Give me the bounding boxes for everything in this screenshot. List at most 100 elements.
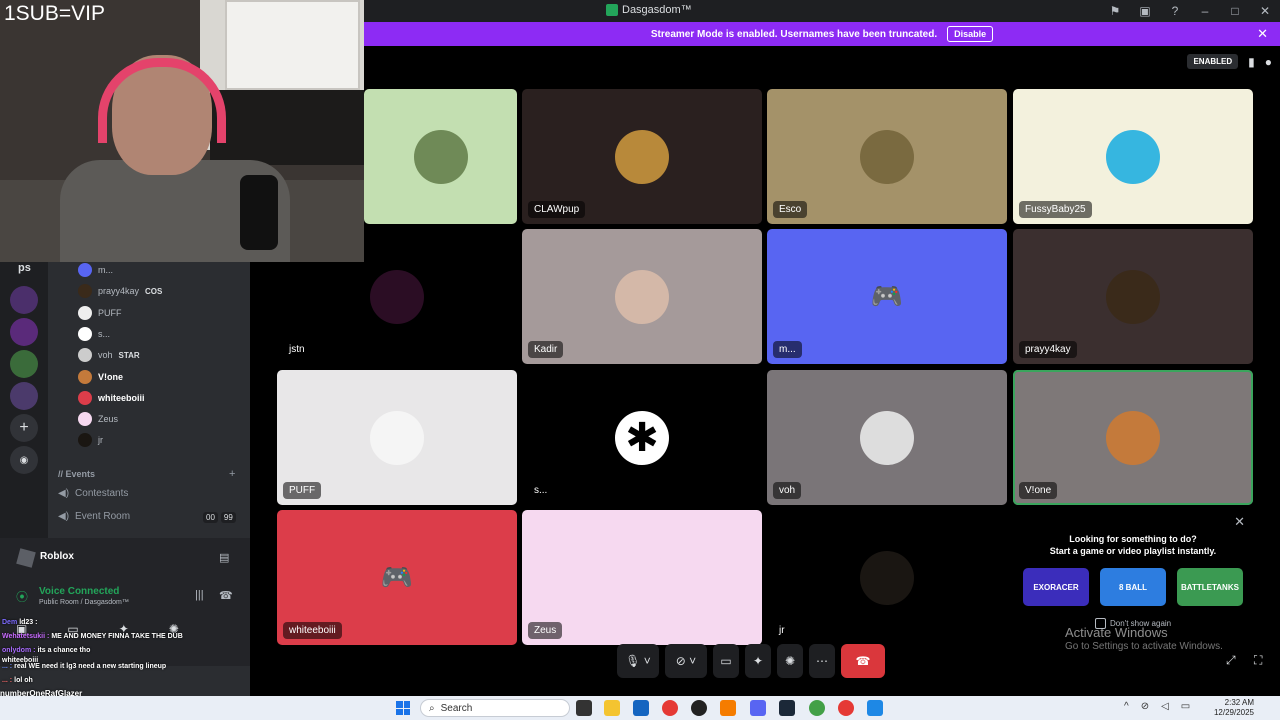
close-icon[interactable]: ✕ [1234,514,1245,530]
close-window-button[interactable]: ✕ [1250,4,1280,18]
voice-user[interactable]: PUFF [78,303,122,323]
server-icon[interactable] [10,318,38,346]
enabled-badge[interactable]: ENABLED [1187,54,1239,69]
participant-tile[interactable]: PUFF [277,370,517,505]
hangup-icon: ☎ [855,654,871,668]
channel-contestants[interactable]: ◀) Contestants [58,488,128,499]
voice-user[interactable]: whiteeboiii [78,388,145,408]
participant-tile[interactable]: voh [767,370,1007,505]
mute-button[interactable]: 🎙 ˅ [617,644,659,678]
volume-icon[interactable]: ◁ [1161,701,1169,712]
camera-off-icon: ⊘ ˅ [675,654,697,668]
disable-button[interactable]: Disable [947,26,994,42]
participant-name: whiteeboiii [283,622,342,639]
participant-tile[interactable]: ✱ s... [522,370,762,505]
search-placeholder: Search [440,702,473,714]
voice-user-name: s... [98,328,111,339]
activity-title: Looking for something to do? [1069,534,1197,544]
close-icon[interactable]: ✕ [1257,26,1268,42]
chat-icon[interactable]: ● [1265,55,1272,69]
windows-start-icon[interactable] [396,701,410,715]
participant-tile[interactable]: Kadir [522,229,762,364]
participant-tile[interactable]: FussyBaby25 [1013,89,1253,224]
voice-user[interactable]: V!one [78,367,123,387]
avatar [78,284,92,299]
channel-name: Contestants [75,488,129,499]
inbox-icon[interactable]: ⚑ [1100,4,1130,18]
chrome-icon[interactable] [838,700,854,716]
minimize-button[interactable]: – [1190,4,1220,18]
task-view-icon[interactable] [576,700,592,716]
network-icon[interactable]: ⊘ [1141,701,1149,712]
voice-user[interactable]: Zeus [78,409,118,429]
popout-icon[interactable]: ⤢ [1226,653,1236,668]
voice-location[interactable]: Public Room / Dasgasdom™ [39,599,129,606]
activities-button[interactable]: ✦ [745,644,771,678]
webcam-text: 1SUB=VIP [4,2,105,25]
date: 12/29/2025 [1213,708,1254,717]
file-explorer-icon[interactable] [604,700,620,716]
participant-tile[interactable]: 🎮 whiteeboiii [277,510,517,645]
avatar [78,326,92,341]
server-icon[interactable] [10,382,38,410]
app-icon[interactable] [691,700,707,716]
voice-status[interactable]: Voice Connected [39,586,119,597]
voice-user[interactable]: prayy4kay COS [78,281,162,301]
chrome-icon[interactable] [662,700,678,716]
participant-tile[interactable]: Esco [767,89,1007,224]
signal-icon[interactable]: ⦿ [16,588,28,605]
camera-button[interactable]: ⊘ ˅ [665,644,707,678]
app-icon[interactable] [867,700,883,716]
chevron-up-icon[interactable]: ^ [1124,701,1129,712]
help-icon[interactable]: ? [1160,4,1190,18]
screen-icon[interactable]: ▣ [1130,4,1160,18]
system-tray: ^ ⊘ ◁ ▭ [1124,701,1190,712]
voice-user[interactable]: m... [78,260,113,280]
maximize-button[interactable]: □ [1220,4,1250,18]
voice-user[interactable]: voh STAR [78,345,140,365]
game-8ball[interactable]: 8 BALL [1100,568,1166,606]
voice-user[interactable]: jr [78,430,103,450]
game-controller-icon[interactable]: ▤ [219,551,229,564]
server-icon[interactable] [10,286,38,314]
noise-suppression-icon[interactable]: ||| [195,589,204,601]
participant-name: CLAWpup [528,201,586,218]
game-battletanks[interactable]: BATTLETANKS [1177,568,1243,606]
participant-tile[interactable] [364,89,517,224]
store-icon[interactable] [633,700,649,716]
app-icon[interactable] [809,700,825,716]
channel-event-room[interactable]: ◀) Event Room [58,511,130,522]
avatar [78,433,92,448]
game-exoracer[interactable]: EXORACER [1023,568,1089,606]
server-icon[interactable] [10,350,38,378]
app-icon[interactable] [720,700,736,716]
steam-icon[interactable] [779,700,795,716]
explore-icon[interactable]: ◉ [10,446,38,474]
more-button[interactable]: ⋯ [809,644,835,678]
speaker-icon: ◀) [58,511,70,522]
clock[interactable]: 2:32 AM 12/29/2025 [1214,698,1254,718]
participant-tile[interactable]: Zeus [522,510,762,645]
category-events[interactable]: // Events [58,469,95,479]
soundboard-button[interactable]: ✺ [777,644,803,678]
share-screen-button[interactable]: ▭ [713,644,739,678]
participant-tile[interactable]: 🎮 m... [767,229,1007,364]
participant-tile[interactable]: prayy4kay [1013,229,1253,364]
add-server-icon[interactable]: + [10,414,38,442]
participant-tile[interactable]: CLAWpup [522,89,762,224]
battery-icon[interactable]: ▭ [1181,701,1190,712]
fullscreen-icon[interactable]: ⛶ [1254,653,1262,668]
participant-name: jr [779,625,785,636]
add-channel-icon[interactable]: + [229,468,235,480]
chat-message: Wehatetsukii : ME AND MONEY FINNA TAKE TH… [2,633,183,640]
avatar [78,390,92,405]
bookmark-icon[interactable]: ▮ [1248,55,1255,69]
participant-tile[interactable]: V!one [1013,370,1253,505]
voice-user[interactable]: s... [78,324,110,344]
channel-sidebar: ps + ◉ m... prayy4kay COS PUFF s... voh STAR V!… [0,262,250,696]
participant-tile[interactable]: jr [767,510,1007,645]
disconnect-icon[interactable]: ☎ [219,589,233,602]
disconnect-button[interactable]: ☎ [841,644,885,678]
taskbar-search[interactable]: ⌕ Search [420,699,570,717]
discord-taskbar-icon[interactable] [750,700,766,716]
